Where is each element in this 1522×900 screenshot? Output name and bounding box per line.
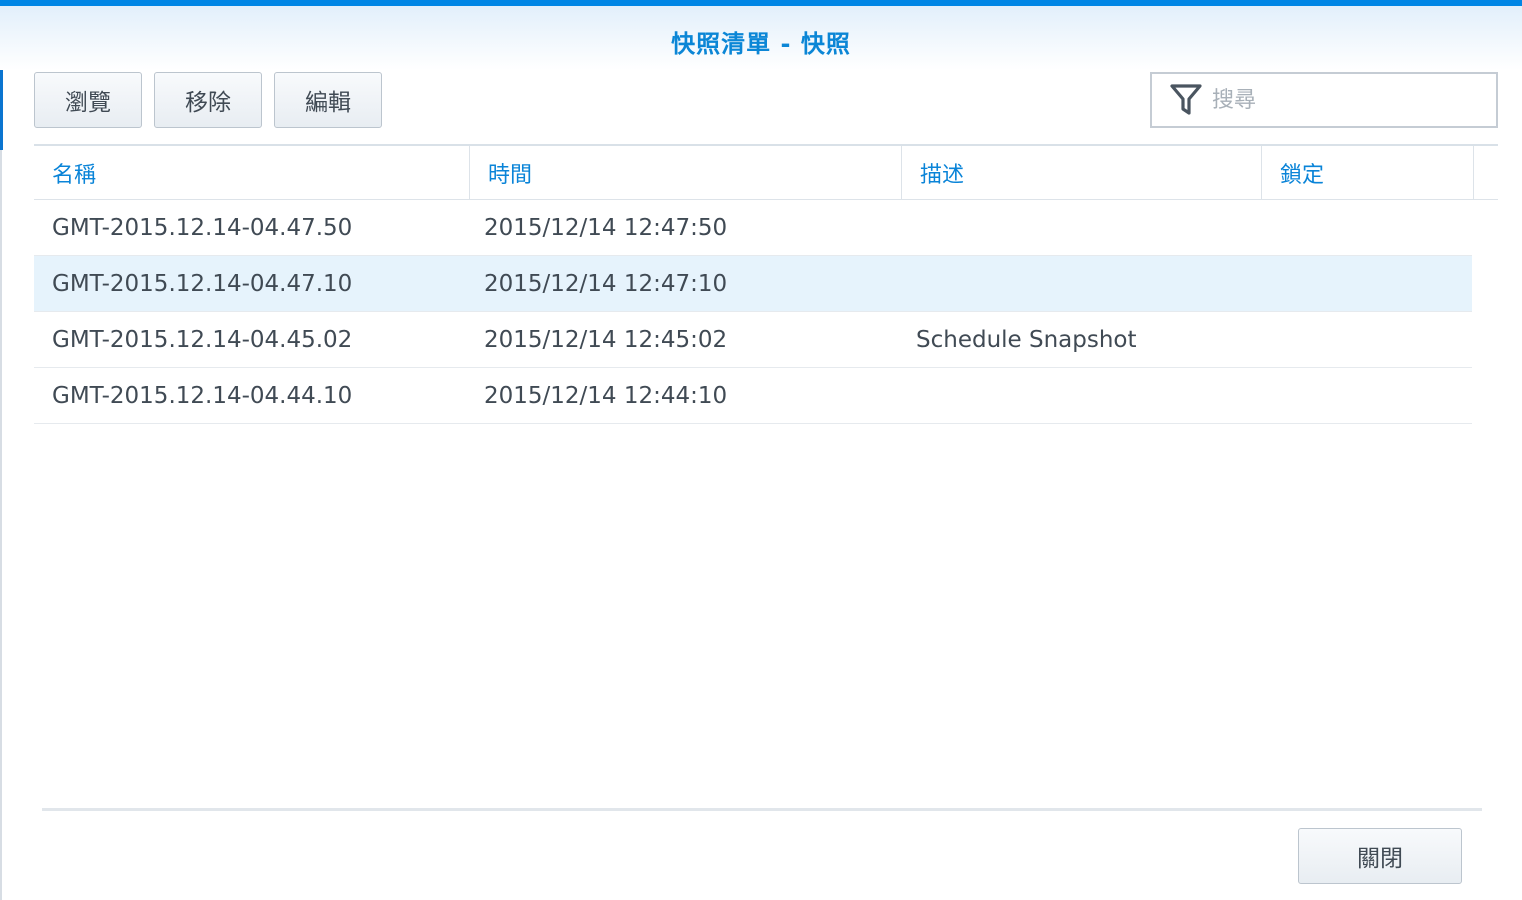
cell-name: GMT-2015.12.14-04.47.10 xyxy=(52,270,353,297)
cell-name: GMT-2015.12.14-04.45.02 xyxy=(52,326,353,353)
cell-name: GMT-2015.12.14-04.44.10 xyxy=(52,382,353,409)
window-left-border xyxy=(0,150,2,900)
column-header-locked[interactable]: 鎖定 xyxy=(1262,146,1474,200)
table-header: 名稱 時間 描述 鎖定 xyxy=(34,144,1498,200)
title-bar: 快照清單 - 快照 xyxy=(0,6,1522,70)
remove-button[interactable]: 移除 xyxy=(154,72,262,128)
table-row[interactable]: GMT-2015.12.14-04.44.10 2015/12/14 12:44… xyxy=(34,368,1472,424)
table-body: GMT-2015.12.14-04.47.50 2015/12/14 12:47… xyxy=(34,200,1472,424)
cell-description: Schedule Snapshot xyxy=(916,326,1137,353)
cell-name: GMT-2015.12.14-04.47.50 xyxy=(52,214,353,241)
cell-time: 2015/12/14 12:45:02 xyxy=(484,326,728,353)
table-row[interactable]: GMT-2015.12.14-04.45.02 2015/12/14 12:45… xyxy=(34,312,1472,368)
column-header-name[interactable]: 名稱 xyxy=(34,146,470,200)
footer-divider xyxy=(42,808,1482,811)
snapshot-table: 名稱 時間 描述 鎖定 GMT-2015.12.14-04.47.50 2015… xyxy=(34,144,1498,424)
filter-icon[interactable] xyxy=(1170,83,1202,117)
table-row[interactable]: GMT-2015.12.14-04.47.50 2015/12/14 12:47… xyxy=(34,200,1472,256)
column-header-description[interactable]: 描述 xyxy=(902,146,1262,200)
snapshot-list-window: 快照清單 - 快照 瀏覽 移除 編輯 名稱 時間 描述 鎖定 GMT-2015.… xyxy=(0,0,1522,900)
edit-button[interactable]: 編輯 xyxy=(274,72,382,128)
cell-time: 2015/12/14 12:47:50 xyxy=(484,214,728,241)
search-input[interactable] xyxy=(1212,87,1482,113)
window-title: 快照清單 - 快照 xyxy=(671,30,851,58)
search-box[interactable] xyxy=(1150,72,1498,128)
close-button[interactable]: 關閉 xyxy=(1298,828,1462,884)
cell-time: 2015/12/14 12:47:10 xyxy=(484,270,728,297)
cell-time: 2015/12/14 12:44:10 xyxy=(484,382,728,409)
table-row-selected[interactable]: GMT-2015.12.14-04.47.10 2015/12/14 12:47… xyxy=(34,256,1472,312)
column-header-time[interactable]: 時間 xyxy=(470,146,902,200)
browse-button[interactable]: 瀏覽 xyxy=(34,72,142,128)
